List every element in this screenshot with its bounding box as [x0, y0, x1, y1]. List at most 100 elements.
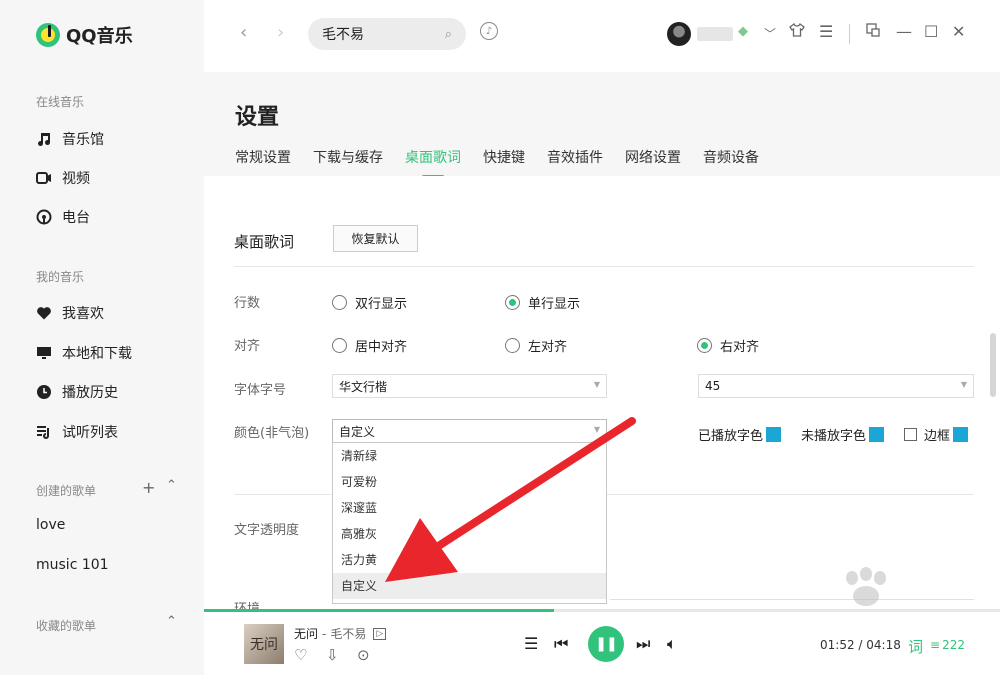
cover-text: 无问: [250, 637, 278, 653]
sidebar-item-favorites[interactable]: 我喜欢: [36, 303, 104, 323]
radio-single-line[interactable]: 单行显示: [505, 293, 580, 312]
dropdown-option[interactable]: 自定义: [333, 573, 606, 599]
add-playlist-icon[interactable]: +: [142, 478, 155, 497]
chevron-down-icon: ▼: [593, 425, 600, 434]
album-cover[interactable]: 无问: [244, 624, 284, 664]
playlist-item[interactable]: love: [36, 517, 65, 533]
playlist-item[interactable]: music 101: [36, 557, 109, 573]
sidebar-item-video[interactable]: 视频: [36, 168, 90, 188]
sidebar-item-listen-list[interactable]: 试听列表: [36, 422, 118, 442]
font-size-select[interactable]: 45 ▼: [698, 374, 974, 398]
sidebar-item-music-hall[interactable]: 音乐馆: [36, 129, 104, 149]
unplayed-color-swatch[interactable]: [869, 427, 885, 442]
radio-align-right[interactable]: 右对齐: [697, 336, 759, 355]
played-color-option[interactable]: 已播放字色: [698, 425, 782, 444]
user-menu-chevron-icon[interactable]: ﹀: [764, 25, 776, 42]
play-mode-icon[interactable]: ☰: [524, 634, 538, 653]
like-heart-icon[interactable]: ♡: [294, 646, 307, 664]
section-title: 桌面歌词: [234, 233, 295, 251]
played-color-swatch[interactable]: [766, 427, 782, 442]
playlist-icon: [36, 424, 52, 440]
dropdown-option[interactable]: 高雅灰: [333, 521, 606, 547]
reset-default-button[interactable]: 恢复默认: [333, 225, 418, 252]
border-label: 边框: [924, 429, 951, 444]
avatar[interactable]: [667, 22, 691, 46]
border-checkbox[interactable]: [904, 428, 917, 441]
tab-download-cache[interactable]: 下载与缓存: [313, 147, 383, 167]
monitor-icon: [36, 345, 52, 361]
radio-label: 单行显示: [528, 297, 581, 312]
font-label: 字体字号: [234, 383, 287, 398]
search-input[interactable]: 毛不易 ⌕: [308, 18, 466, 50]
search-icon[interactable]: ⌕: [445, 27, 452, 42]
played-color-label: 已播放字色: [698, 429, 764, 444]
app-logo[interactable]: QQ音乐: [36, 22, 133, 48]
song-info: 无问 - 毛不易 ▷: [294, 625, 387, 642]
forward-icon[interactable]: ›: [277, 22, 284, 43]
collapse-collected-icon[interactable]: ⌃: [166, 614, 177, 629]
border-color-swatch[interactable]: [953, 427, 969, 442]
unplayed-color-option[interactable]: 未播放字色: [801, 425, 885, 444]
back-icon[interactable]: ‹: [240, 22, 247, 43]
volume-icon[interactable]: 🔈︎: [667, 634, 677, 654]
border-option[interactable]: 边框: [904, 425, 969, 444]
dropdown-option[interactable]: 清新绿: [333, 443, 606, 469]
mv-icon[interactable]: ▷: [373, 627, 387, 640]
next-track-icon[interactable]: ⏭: [636, 634, 650, 654]
pause-icon: ❚❚: [595, 636, 617, 652]
tab-desktop-lyrics[interactable]: 桌面歌词: [405, 147, 461, 167]
pause-button[interactable]: ❚❚: [588, 626, 624, 662]
tab-general[interactable]: 常规设置: [235, 147, 291, 167]
section-my-music: 我的音乐: [36, 270, 85, 284]
voice-search-icon[interactable]: ♪: [480, 22, 498, 40]
download-icon[interactable]: ⇩: [326, 646, 339, 664]
search-value: 毛不易: [322, 27, 364, 43]
mini-mode-icon[interactable]: [865, 22, 881, 42]
sidebar-item-label: 音乐馆: [62, 132, 104, 148]
collapse-created-icon[interactable]: ⌃: [166, 478, 177, 493]
scrollbar[interactable]: [990, 333, 996, 397]
font-family-select[interactable]: 华文行楷 ▼: [332, 374, 607, 398]
username-blurred[interactable]: [697, 27, 733, 41]
settings-tabs: 常规设置 下载与缓存 桌面歌词 快捷键 音效插件 网络设置 音频设备: [235, 147, 781, 167]
close-icon[interactable]: ✕: [952, 22, 965, 41]
song-title[interactable]: 无问: [294, 625, 318, 642]
dropdown-option[interactable]: 可爱粉: [333, 469, 606, 495]
radio-double-line[interactable]: 双行显示: [332, 293, 407, 312]
toolbar-separator: [849, 24, 850, 44]
tab-network[interactable]: 网络设置: [625, 147, 681, 167]
tab-audio-device[interactable]: 音频设备: [703, 147, 759, 167]
settings-header: 设置 常规设置 下载与缓存 桌面歌词 快捷键 音效插件 网络设置 音频设备: [204, 72, 1000, 176]
dropdown-option[interactable]: 深邃蓝: [333, 495, 606, 521]
radio-label: 左对齐: [528, 340, 568, 355]
sidebar-item-radio[interactable]: 电台: [36, 207, 90, 227]
minimize-icon[interactable]: —: [896, 22, 912, 41]
sidebar-item-history[interactable]: 播放历史: [36, 382, 118, 402]
opacity-label: 文字透明度: [234, 523, 300, 538]
more-icon[interactable]: ⊙: [357, 646, 370, 664]
tab-sound-effects[interactable]: 音效插件: [547, 147, 603, 167]
section-online-music: 在线音乐: [36, 95, 85, 109]
artist-name[interactable]: 毛不易: [330, 625, 366, 642]
tab-shortcuts[interactable]: 快捷键: [483, 147, 525, 167]
section-created-playlists: 创建的歌单: [36, 484, 97, 498]
radio-align-center[interactable]: 居中对齐: [332, 336, 407, 355]
skin-shirt-icon[interactable]: [789, 22, 805, 42]
top-bar: ‹ › 毛不易 ⌕ ♪ ◆ ﹀ ☰ — ☐ ✕: [204, 0, 1000, 72]
radio-circle: [332, 295, 347, 310]
maximize-icon[interactable]: ☐: [924, 22, 938, 41]
main-menu-icon[interactable]: ☰: [819, 22, 833, 41]
previous-track-icon[interactable]: ⏮: [554, 634, 568, 654]
sidebar-item-label: 电台: [62, 210, 90, 226]
cut-off-label: 环境: [234, 602, 261, 610]
vip-diamond-icon[interactable]: ◆: [738, 24, 748, 39]
color-value: 自定义: [339, 424, 376, 439]
sidebar-item-local-download[interactable]: 本地和下载: [36, 343, 132, 363]
page-title: 设置: [235, 105, 280, 130]
dropdown-option[interactable]: 活力黄: [333, 547, 606, 573]
radio-align-left[interactable]: 左对齐: [505, 336, 567, 355]
section-collected-playlists: 收藏的歌单: [36, 619, 97, 633]
radio-circle: [332, 338, 347, 353]
baidu-watermark-logo: [846, 567, 886, 606]
color-select[interactable]: 自定义 ▼: [332, 419, 607, 443]
